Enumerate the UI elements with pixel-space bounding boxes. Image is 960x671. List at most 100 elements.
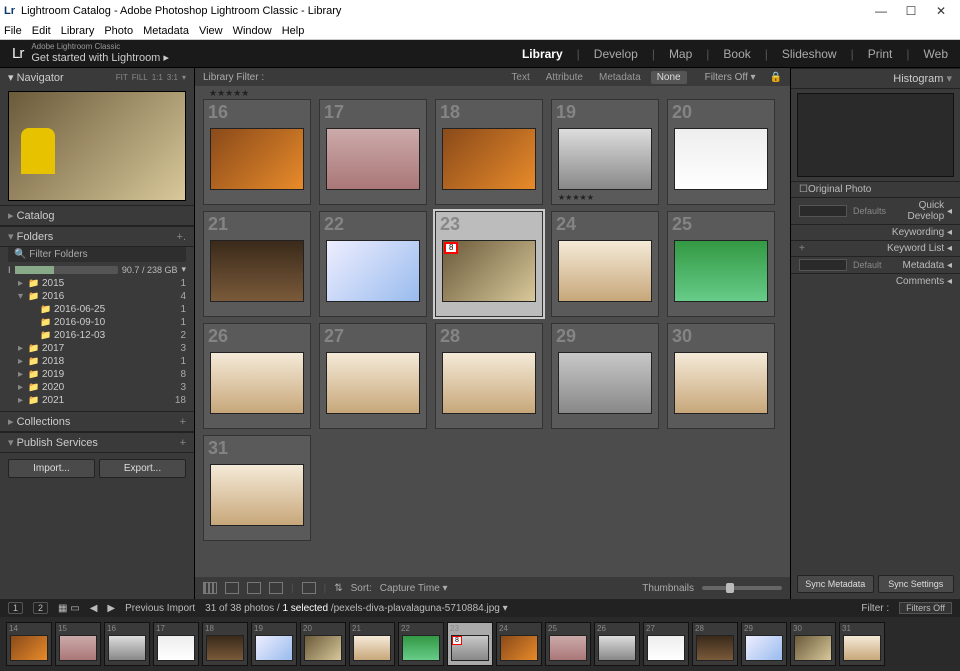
filmstrip-cell-19[interactable]: 19: [251, 622, 297, 666]
filmstrip-cell-14[interactable]: 14: [6, 622, 52, 666]
filmstrip-cell-18[interactable]: 18: [202, 622, 248, 666]
folder-row-2016[interactable]: ▾📁20164: [8, 290, 186, 303]
menu-view[interactable]: View: [199, 25, 223, 37]
module-book[interactable]: Book: [723, 47, 750, 61]
view-loupe-icon[interactable]: [225, 582, 239, 594]
grid-cell-17[interactable]: 17: [319, 99, 427, 205]
get-started-link[interactable]: Get started with Lightroom ▸: [31, 51, 169, 64]
sort-menu[interactable]: Capture Time ▾: [380, 583, 448, 594]
keyword-list-header[interactable]: Keyword List: [805, 243, 944, 254]
grid-cell-28[interactable]: 28: [435, 323, 543, 429]
module-web[interactable]: Web: [924, 47, 948, 61]
publish-services-header[interactable]: ▾ Publish Services+: [0, 432, 194, 453]
thumbnail-size-slider[interactable]: [702, 586, 782, 590]
volume-bar[interactable]: I90.7 / 238 GB▾: [8, 264, 186, 275]
module-library[interactable]: Library: [522, 47, 563, 61]
filter-none[interactable]: None: [651, 71, 687, 84]
folders-header[interactable]: ▾ Folders+.: [0, 226, 194, 247]
module-develop[interactable]: Develop: [594, 47, 638, 61]
nav-mode-1-1[interactable]: 1:1: [152, 73, 163, 82]
grid-cell-29[interactable]: 29: [551, 323, 659, 429]
menu-edit[interactable]: Edit: [32, 25, 51, 37]
module-map[interactable]: Map: [669, 47, 692, 61]
folder-row-2021[interactable]: ▸📁202118: [8, 394, 186, 407]
painter-icon[interactable]: [302, 582, 316, 594]
add-folder-icon[interactable]: +.: [177, 231, 186, 243]
keywording-header[interactable]: Keywording: [799, 227, 944, 238]
filters-off-menu[interactable]: Filters Off ▾: [705, 72, 756, 83]
thumbnail-grid[interactable]: ★★★★★ 16171819★★★★★202122238242526272829…: [195, 86, 790, 577]
source-label[interactable]: Previous Import: [125, 603, 195, 614]
histogram-header[interactable]: Histogram ▾: [791, 68, 960, 89]
filmstrip-cell-20[interactable]: 20: [300, 622, 346, 666]
filmstrip-cell-31[interactable]: 31: [839, 622, 885, 666]
folder-row-2018[interactable]: ▸📁20181: [8, 355, 186, 368]
filmstrip-cell-17[interactable]: 17: [153, 622, 199, 666]
filmstrip[interactable]: 1415161718192021222382425262728293031: [0, 617, 960, 671]
collections-header[interactable]: ▸ Collections+: [0, 411, 194, 432]
catalog-header[interactable]: ▸ Catalog: [0, 205, 194, 226]
view-grid-icon[interactable]: [203, 582, 217, 594]
grid-cell-23[interactable]: 238: [435, 211, 543, 317]
folder-row-2015[interactable]: ▸📁20151: [8, 277, 186, 290]
filmstrip-cell-29[interactable]: 29: [741, 622, 787, 666]
window-minimize-icon[interactable]: —: [866, 4, 896, 18]
folder-row-2016-12-03[interactable]: 📁2016-12-032: [8, 329, 186, 342]
grid-cell-26[interactable]: 26: [203, 323, 311, 429]
grid-cell-18[interactable]: 18: [435, 99, 543, 205]
grid-cell-24[interactable]: 24: [551, 211, 659, 317]
window-close-icon[interactable]: ✕: [926, 4, 956, 18]
folder-row-2016-09-10[interactable]: 📁2016-09-101: [8, 316, 186, 329]
grid-cell-25[interactable]: 25: [667, 211, 775, 317]
grid-cell-31[interactable]: 31: [203, 435, 311, 541]
filmstrip-filter-menu[interactable]: Filters Off: [899, 602, 952, 614]
window-maximize-icon[interactable]: ☐: [896, 4, 926, 18]
nav-mode-fill[interactable]: FILL: [132, 73, 148, 82]
filter-metadata[interactable]: Metadata: [593, 71, 647, 84]
page-1[interactable]: 1: [8, 602, 23, 614]
lock-icon[interactable]: 🔒: [770, 72, 782, 83]
folder-row-2017[interactable]: ▸📁20173: [8, 342, 186, 355]
page-2[interactable]: 2: [33, 602, 48, 614]
filmstrip-cell-28[interactable]: 28: [692, 622, 738, 666]
comments-header[interactable]: Comments: [799, 276, 944, 287]
filmstrip-cell-25[interactable]: 25: [545, 622, 591, 666]
view-survey-icon[interactable]: [269, 582, 283, 594]
filmstrip-cell-23[interactable]: 238: [447, 622, 493, 666]
folder-row-2019[interactable]: ▸📁20198: [8, 368, 186, 381]
quick-develop-header[interactable]: Quick Develop: [886, 200, 944, 222]
view-toggle-icon[interactable]: ▦ ▭: [58, 603, 80, 614]
menu-window[interactable]: Window: [233, 25, 272, 37]
menu-file[interactable]: File: [4, 25, 22, 37]
sort-direction-icon[interactable]: ⇅: [334, 583, 342, 594]
menu-photo[interactable]: Photo: [104, 25, 133, 37]
filter-text[interactable]: Text: [505, 71, 535, 84]
filmstrip-cell-15[interactable]: 15: [55, 622, 101, 666]
grid-cell-16[interactable]: 16: [203, 99, 311, 205]
filmstrip-cell-24[interactable]: 24: [496, 622, 542, 666]
folder-row-2020[interactable]: ▸📁20203: [8, 381, 186, 394]
folder-row-2016-06-25[interactable]: 📁2016-06-251: [8, 303, 186, 316]
filmstrip-cell-21[interactable]: 21: [349, 622, 395, 666]
menu-library[interactable]: Library: [61, 25, 95, 37]
nav-next-icon[interactable]: ▶: [107, 603, 115, 614]
filmstrip-cell-30[interactable]: 30: [790, 622, 836, 666]
export-button[interactable]: Export...: [99, 459, 186, 478]
view-compare-icon[interactable]: [247, 582, 261, 594]
grid-cell-21[interactable]: 21: [203, 211, 311, 317]
grid-cell-30[interactable]: 30: [667, 323, 775, 429]
defaults-dropdown[interactable]: [799, 205, 847, 217]
sync-metadata-button[interactable]: Sync Metadata: [797, 575, 874, 593]
grid-cell-27[interactable]: 27: [319, 323, 427, 429]
menu-help[interactable]: Help: [282, 25, 305, 37]
module-print[interactable]: Print: [868, 47, 893, 61]
filter-attribute[interactable]: Attribute: [540, 71, 589, 84]
filmstrip-cell-26[interactable]: 26: [594, 622, 640, 666]
grid-cell-22[interactable]: 22: [319, 211, 427, 317]
nav-mode-fit[interactable]: FIT: [116, 73, 128, 82]
nav-mode-3-1[interactable]: 3:1: [167, 73, 178, 82]
sync-settings-button[interactable]: Sync Settings: [878, 575, 955, 593]
filmstrip-cell-16[interactable]: 16: [104, 622, 150, 666]
filmstrip-cell-22[interactable]: 22: [398, 622, 444, 666]
filter-folders-input[interactable]: 🔍 Filter Folders: [8, 247, 186, 262]
